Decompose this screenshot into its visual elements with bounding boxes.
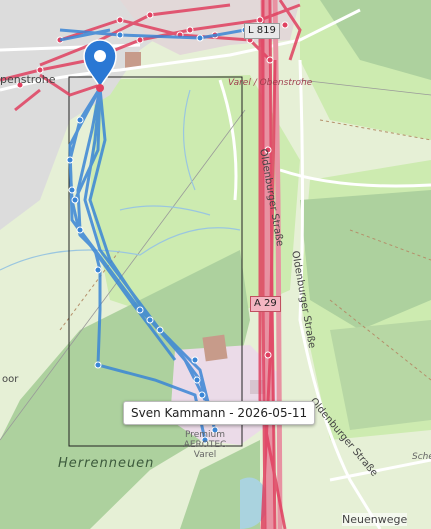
road-shield-a29: A 29 <box>250 296 281 312</box>
road-shield-l819: L 819 <box>244 23 280 39</box>
map-canvas[interactable]: penstrohe Varel / Obenstrohe Herrenneuen… <box>0 0 431 529</box>
place-label-town: penstrohe <box>0 73 56 86</box>
place-label-airfield: Premium AEROTEC Varel <box>183 430 227 460</box>
place-label-left-fragment: oor <box>2 374 19 385</box>
place-label-neuenwege: Neuenwege <box>342 513 408 526</box>
track-tooltip: Sven Kammann - 2026-05-11 <box>123 401 316 425</box>
place-label-herrenneuen: Herrenneuen <box>58 456 155 471</box>
road-label-obenstrohe: Varel / Obenstrohe <box>228 78 313 88</box>
place-label-right-fragment: Sche <box>412 452 431 462</box>
